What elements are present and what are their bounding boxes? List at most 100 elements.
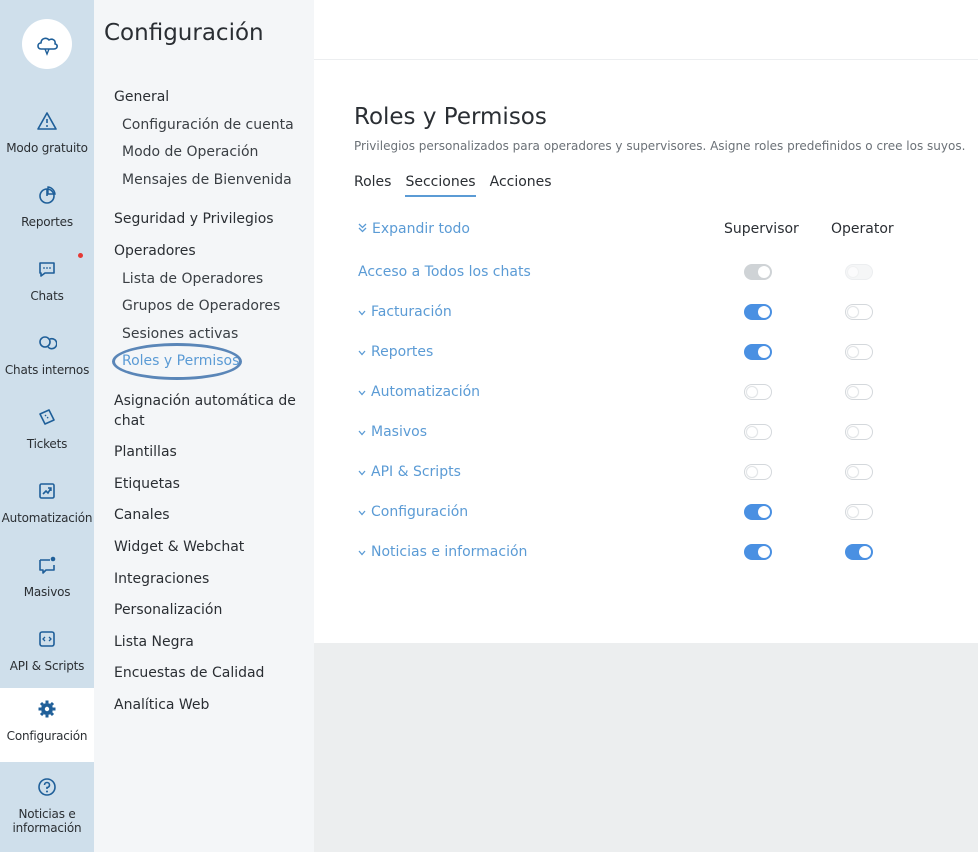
supervisor-toggle[interactable] bbox=[744, 384, 772, 400]
operator-toggle[interactable] bbox=[845, 344, 873, 360]
menu-section-widget[interactable]: Widget & Webchat bbox=[114, 537, 244, 557]
permission-row: Facturación bbox=[358, 301, 938, 323]
rail-label: Reportes bbox=[21, 215, 73, 229]
menu-section-etiquetas[interactable]: Etiquetas bbox=[114, 474, 180, 494]
tab-acciones[interactable]: Acciones bbox=[490, 174, 552, 197]
rail-item-reportes[interactable]: Reportes bbox=[0, 174, 94, 248]
permission-label-text: Masivos bbox=[371, 424, 427, 440]
rail-label: API & Scripts bbox=[9, 659, 85, 673]
nav-rail: Modo gratuito Reportes Chats Chats inter… bbox=[0, 0, 94, 852]
cloud-logo-icon[interactable] bbox=[22, 19, 72, 69]
menu-section-seguridad[interactable]: Seguridad y Privilegios bbox=[114, 209, 274, 229]
toggle-knob bbox=[847, 346, 859, 358]
toggle-knob bbox=[847, 426, 859, 438]
toggle-knob bbox=[758, 346, 770, 358]
toggle-knob bbox=[758, 546, 770, 558]
toggle-knob bbox=[847, 306, 859, 318]
chat-icon bbox=[36, 258, 58, 280]
toggle-knob bbox=[847, 506, 859, 518]
rail-item-api-scripts[interactable]: API & Scripts bbox=[0, 618, 94, 692]
permission-label-text: Configuración bbox=[371, 504, 469, 520]
supervisor-toggle[interactable] bbox=[744, 504, 772, 520]
rail-item-configuracion[interactable]: Configuración bbox=[0, 688, 94, 762]
menu-section-asignacion[interactable]: Asignación automática de chat bbox=[114, 391, 299, 431]
rail-item-masivos[interactable]: Masivos bbox=[0, 544, 94, 618]
supervisor-toggle[interactable] bbox=[744, 544, 772, 560]
toggle-knob bbox=[847, 266, 859, 278]
toggle-knob bbox=[847, 386, 859, 398]
broadcast-icon bbox=[36, 554, 58, 576]
operator-toggle bbox=[845, 264, 873, 280]
permission-label[interactable]: Acceso a Todos los chats bbox=[358, 261, 531, 283]
permission-row: Acceso a Todos los chats bbox=[358, 261, 938, 283]
supervisor-toggle bbox=[744, 264, 772, 280]
operator-toggle[interactable] bbox=[845, 464, 873, 480]
permission-row: Reportes bbox=[358, 341, 938, 363]
top-bar bbox=[314, 0, 978, 60]
double-chevron-down-icon bbox=[358, 221, 367, 237]
menu-item-roles-permisos[interactable]: Roles y Permisos bbox=[122, 351, 239, 371]
menu-section-canales[interactable]: Canales bbox=[114, 505, 170, 525]
permission-label[interactable]: Reportes bbox=[358, 341, 433, 363]
rail-label: Noticias e información bbox=[12, 807, 82, 835]
roles-permissions-card: Roles y Permisos Privilegios personaliza… bbox=[314, 60, 978, 643]
permission-row: Configuración bbox=[358, 501, 938, 523]
gear-icon bbox=[36, 698, 58, 720]
supervisor-toggle[interactable] bbox=[744, 304, 772, 320]
permission-label[interactable]: Configuración bbox=[358, 501, 468, 523]
column-header-operator: Operator bbox=[831, 221, 894, 237]
menu-section-lista-negra[interactable]: Lista Negra bbox=[114, 632, 194, 652]
rail-item-chats-internos[interactable]: Chats internos bbox=[0, 322, 94, 396]
rail-item-modo-gratuito[interactable]: Modo gratuito bbox=[0, 100, 94, 174]
permission-label[interactable]: Automatización bbox=[358, 381, 480, 403]
tab-roles[interactable]: Roles bbox=[354, 174, 391, 197]
chevron-down-icon bbox=[358, 421, 366, 443]
toggle-knob bbox=[758, 306, 770, 318]
rail-item-chats[interactable]: Chats bbox=[0, 248, 94, 322]
ticket-icon bbox=[36, 406, 58, 428]
supervisor-toggle[interactable] bbox=[744, 344, 772, 360]
menu-item-lista-operadores[interactable]: Lista de Operadores bbox=[122, 269, 263, 289]
tab-secciones[interactable]: Secciones bbox=[405, 174, 476, 197]
rail-item-automatizacion[interactable]: Automatización bbox=[0, 470, 94, 544]
toggle-knob bbox=[758, 266, 770, 278]
menu-section-personalizacion[interactable]: Personalización bbox=[114, 600, 222, 620]
permission-label-text: API & Scripts bbox=[371, 464, 461, 480]
operator-toggle[interactable] bbox=[845, 304, 873, 320]
menu-item-sesiones[interactable]: Sesiones activas bbox=[122, 324, 238, 344]
menu-section-encuestas[interactable]: Encuestas de Calidad bbox=[114, 663, 264, 683]
rail-label: Chats internos bbox=[4, 363, 90, 377]
menu-section-plantillas[interactable]: Plantillas bbox=[114, 442, 177, 462]
help-icon bbox=[36, 776, 58, 798]
rail-label: Masivos bbox=[23, 585, 71, 599]
pie-chart-icon bbox=[36, 184, 58, 206]
menu-item-mensajes[interactable]: Mensajes de Bienvenida bbox=[122, 170, 292, 190]
menu-section-general[interactable]: General bbox=[114, 87, 169, 107]
expand-all-button[interactable]: Expandir todo bbox=[358, 221, 470, 237]
rail-item-tickets[interactable]: Tickets bbox=[0, 396, 94, 470]
menu-item-modo-operacion[interactable]: Modo de Operación bbox=[122, 142, 258, 162]
permission-row: Masivos bbox=[358, 421, 938, 443]
page-subtitle: Privilegios personalizados para operador… bbox=[354, 139, 966, 153]
permission-label[interactable]: Facturación bbox=[358, 301, 452, 323]
operator-toggle[interactable] bbox=[845, 424, 873, 440]
menu-section-analitica[interactable]: Analítica Web bbox=[114, 695, 209, 715]
permission-label[interactable]: API & Scripts bbox=[358, 461, 461, 483]
rail-label: Chats bbox=[30, 289, 64, 303]
menu-item-config-cuenta[interactable]: Configuración de cuenta bbox=[122, 115, 294, 135]
column-header-supervisor: Supervisor bbox=[724, 221, 799, 237]
operator-toggle[interactable] bbox=[845, 384, 873, 400]
permission-label[interactable]: Noticias e información bbox=[358, 541, 527, 563]
rail-item-noticias[interactable]: Noticias e información bbox=[0, 766, 94, 852]
rail-label: Configuración bbox=[6, 729, 88, 743]
supervisor-toggle[interactable] bbox=[744, 464, 772, 480]
menu-section-integraciones[interactable]: Integraciones bbox=[114, 569, 209, 589]
menu-item-grupos-operadores[interactable]: Grupos de Operadores bbox=[122, 296, 280, 316]
permission-label[interactable]: Masivos bbox=[358, 421, 427, 443]
menu-section-operadores[interactable]: Operadores bbox=[114, 241, 196, 261]
toggle-knob bbox=[746, 466, 758, 478]
settings-menu: Configuración General Configuración de c… bbox=[94, 0, 314, 852]
operator-toggle[interactable] bbox=[845, 544, 873, 560]
operator-toggle[interactable] bbox=[845, 504, 873, 520]
supervisor-toggle[interactable] bbox=[744, 424, 772, 440]
